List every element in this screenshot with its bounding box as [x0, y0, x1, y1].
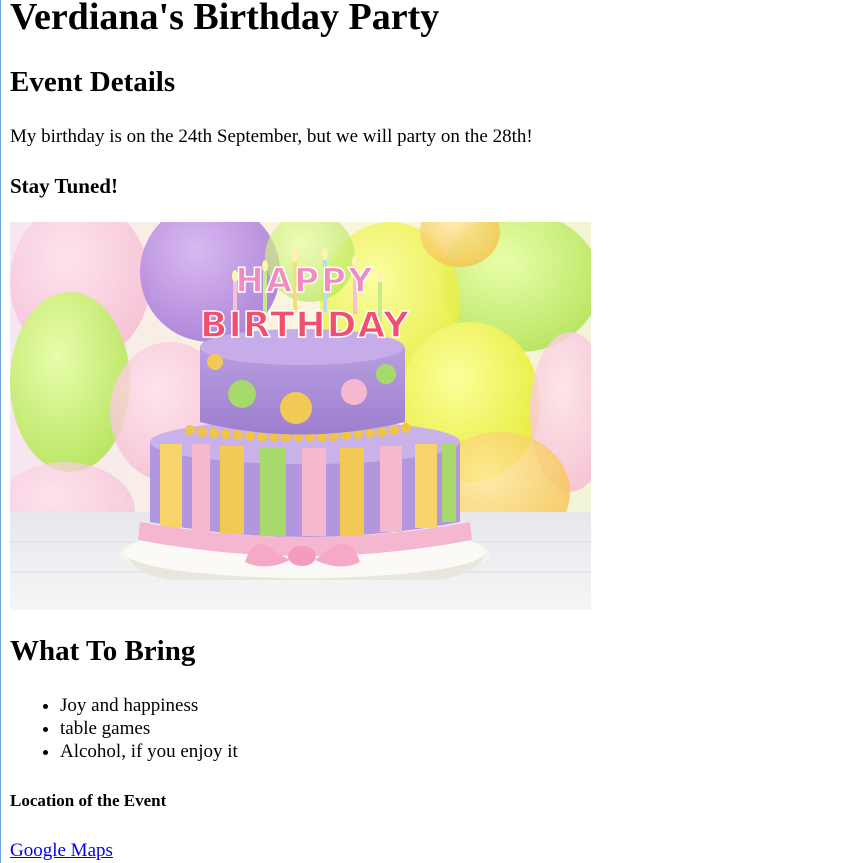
birthday-cake-image: HAPPY BIRTHDAY — [10, 222, 591, 610]
cake-lettering-birthday: BIRTHDAY — [200, 305, 410, 346]
page-title: Verdiana's Birthday Party — [10, 0, 440, 38]
bring-list: Joy and happiness table games Alcohol, i… — [10, 694, 238, 763]
location-heading: Location of the Event — [10, 791, 167, 810]
event-dates-text: My birthday is on the 24th September, bu… — [10, 126, 533, 147]
cake-lettering-happy: HAPPY — [235, 261, 374, 301]
what-to-bring-heading: What To Bring — [10, 635, 196, 667]
list-item: Alcohol, if you enjoy it — [60, 740, 238, 763]
window-edge-rule — [0, 0, 1, 863]
list-item: table games — [60, 717, 238, 740]
list-item: Joy and happiness — [60, 694, 238, 717]
event-details-heading: Event Details — [10, 66, 176, 98]
google-maps-link[interactable]: Google Maps — [10, 839, 113, 863]
stay-tuned-heading: Stay Tuned! — [10, 174, 118, 198]
